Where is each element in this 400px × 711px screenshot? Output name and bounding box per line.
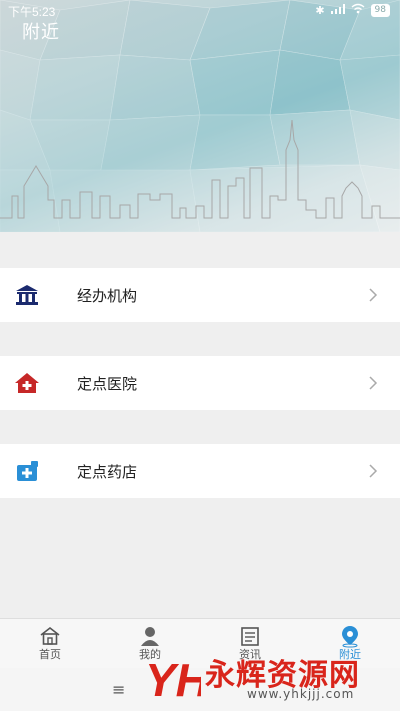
list-item-label: 经办机构 [77, 287, 138, 305]
watermark: YH 永辉资源网 www.yhkjjj.com [143, 650, 383, 706]
tab-label: 首页 [39, 648, 61, 661]
news-icon [238, 624, 262, 648]
signal-icon [330, 3, 345, 17]
pharmacy-icon [14, 459, 40, 483]
home-icon [38, 624, 62, 648]
header-banner: 下午5:23 ✱ 98 附近 [0, 0, 400, 232]
page-title: 附近 [22, 22, 60, 43]
watermark-logo: YH [143, 650, 210, 706]
list-item-hospital[interactable]: 定点医院 [0, 356, 400, 410]
menu-icon[interactable]: ≡ [112, 680, 125, 699]
list-item-label: 定点药店 [77, 463, 138, 481]
svg-text:YH: YH [145, 654, 201, 705]
watermark-url: www.yhkjjj.com [247, 687, 355, 701]
tab-home[interactable]: 首页 [0, 619, 100, 669]
list-item-pharmacy[interactable]: 定点药店 [0, 444, 400, 498]
location-pin-icon [338, 624, 362, 648]
list-item-agency[interactable]: 经办机构 [0, 268, 400, 322]
bluetooth-icon: ✱ [315, 3, 325, 17]
hospital-icon [14, 371, 40, 395]
list-item-label: 定点医院 [77, 375, 138, 393]
user-icon [138, 624, 162, 648]
battery-indicator: 98 [370, 3, 390, 17]
status-icons: ✱ 98 [315, 3, 390, 17]
chevron-right-icon [366, 287, 380, 303]
status-bar: 下午5:23 ✱ 98 [0, 0, 400, 20]
mosaic-background [0, 0, 400, 232]
chevron-right-icon [366, 463, 380, 479]
wifi-icon [351, 3, 365, 17]
chevron-right-icon [366, 375, 380, 391]
bank-building-icon [14, 283, 40, 307]
